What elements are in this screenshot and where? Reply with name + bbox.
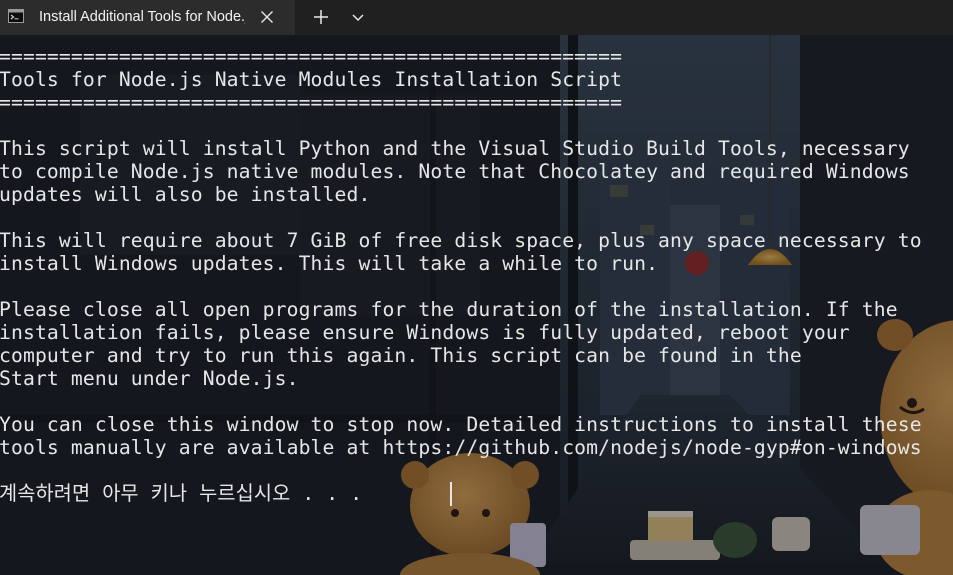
terminal-line: This script will install Python and the … [0,137,910,160]
close-icon[interactable] [259,9,275,25]
terminal-prompt-line: 계속하려면 아무 키나 누르십시오 . . . [0,482,363,505]
terminal-window: Install Additional Tools for Node.js ===… [0,0,953,575]
terminal-line: to compile Node.js native modules. Note … [0,160,910,183]
terminal-output: ========================================… [0,35,922,541]
terminal-line: Start menu under Node.js. [0,367,299,390]
terminal-line: Please close all open programs for the d… [0,298,898,321]
terminal-line: tools manually are available at https://… [0,436,922,459]
terminal-line: ========================================… [0,45,623,68]
terminal-line: This will require about 7 GiB of free di… [0,229,922,252]
terminal-line: updates will also be installed. [0,183,371,206]
chevron-down-icon[interactable] [348,7,368,27]
terminal-line: Tools for Node.js Native Modules Install… [0,68,623,91]
tab-bar: Install Additional Tools for Node.js [0,0,953,35]
terminal-line: ========================================… [0,91,623,114]
terminal-line: installation fails, please ensure Window… [0,321,850,344]
tab-title: Install Additional Tools for Node.js [39,9,245,25]
terminal-line: install Windows updates. This will take … [0,252,659,275]
terminal-icon [8,9,24,23]
terminal-line: computer and try to run this again. This… [0,344,802,367]
terminal-area[interactable]: ========================================… [0,35,953,575]
terminal-line: You can close this window to stop now. D… [0,413,922,436]
active-tab[interactable]: Install Additional Tools for Node.js [0,0,295,35]
plus-icon[interactable] [309,7,333,27]
text-cursor [450,482,452,506]
